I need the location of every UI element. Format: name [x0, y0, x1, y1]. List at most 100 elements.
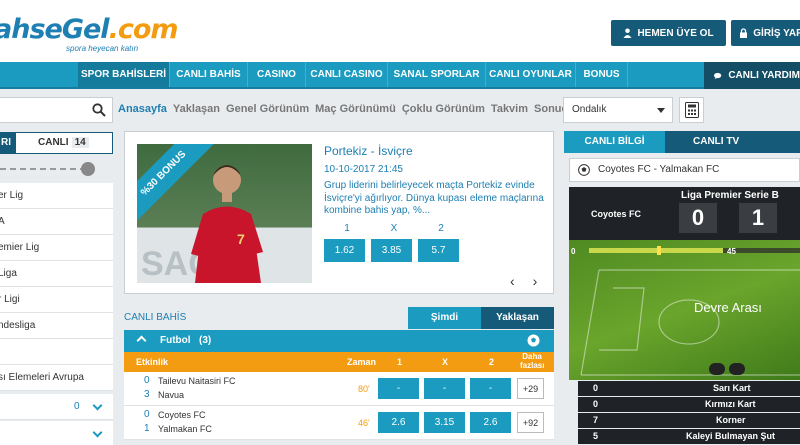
match-minute: 45: [727, 247, 736, 256]
live-match-tracker: Liga Premier Serie B Coyotes FC 0 1 45 0…: [569, 187, 800, 380]
live-help-label: CANLI YARDIM: [728, 70, 800, 81]
odd-button-1[interactable]: 1.62: [324, 239, 365, 262]
live-help-button[interactable]: CANLI YARDIM: [704, 62, 800, 89]
register-button[interactable]: HEMEN ÜYE OL: [611, 20, 726, 46]
home-score: 0: [144, 375, 150, 386]
odd-button-2[interactable]: 2.6: [470, 412, 511, 433]
subnav-multi-view[interactable]: Çoklu Görünüm: [402, 103, 485, 115]
tab-live[interactable]: CANLI 14: [15, 132, 113, 154]
league-item[interactable]: r Ligi: [0, 287, 113, 313]
odd-button-1[interactable]: 2.6: [378, 412, 419, 433]
live-betting-header: CANLI BAHİS Şimdi Yaklaşan: [124, 307, 554, 329]
table-row[interactable]: 0 Coyotes FC 1 Yalmakan FC 46' 2.6 3.15 …: [124, 406, 554, 440]
pitch-lines: 45 0: [571, 246, 800, 376]
search-input[interactable]: [0, 97, 113, 123]
league-group-row[interactable]: 0: [0, 394, 113, 420]
sub-nav: Anasayfa Yaklaşan Genel Görünüm Maç Görü…: [118, 103, 581, 115]
live-match-name: Coyotes FC - Yalmakan FC: [598, 164, 720, 175]
home-score: 0: [679, 203, 717, 233]
nav-live-betting[interactable]: CANLI BAHİS: [170, 62, 248, 87]
stat-value: 0: [593, 383, 599, 393]
subnav-match-view[interactable]: Maç Görünümü: [315, 103, 396, 115]
sport-group-football[interactable]: Futbol (3): [124, 330, 554, 352]
subnav-upcoming[interactable]: Yaklaşan: [173, 103, 220, 115]
promo-date: 10-10-2017 21:45: [324, 164, 403, 175]
league-item[interactable]: sı Elemeleri Avrupa: [0, 365, 113, 391]
away-team: Yalmakan FC: [158, 424, 212, 434]
search-icon[interactable]: [92, 103, 106, 117]
nav-bonus[interactable]: BONUS: [576, 62, 628, 87]
nav-virtual-sports[interactable]: SANAL SPORLAR: [388, 62, 486, 87]
live-betting-title: CANLI BAHİS: [124, 312, 187, 323]
home-team-name: Coyotes FC: [591, 209, 642, 219]
league-group-count: 0: [74, 401, 80, 412]
nav-live-games[interactable]: CANLI OYUNLAR: [486, 62, 576, 87]
time-slider-track: [0, 168, 86, 170]
promo-pager: ‹ ›: [510, 273, 537, 289]
league-item[interactable]: A: [0, 209, 113, 235]
league-item[interactable]: ndesliga: [0, 313, 113, 339]
subnav-calendar[interactable]: Takvim: [491, 103, 528, 115]
subnav-overview[interactable]: Genel Görünüm: [226, 103, 309, 115]
time-slider-handle[interactable]: [81, 162, 95, 176]
league-item[interactable]: Liga: [0, 261, 113, 287]
tab-live-tv[interactable]: CANLI TV: [665, 131, 800, 153]
odd-button-x[interactable]: 3.15: [424, 412, 465, 433]
soccer-ball-icon: [578, 164, 590, 176]
promo-title[interactable]: Portekiz - İsviçre: [324, 144, 413, 158]
more-markets-button[interactable]: +29: [517, 378, 544, 399]
away-score: 1: [144, 423, 150, 434]
chevron-down-icon[interactable]: [92, 427, 103, 438]
stat-label: Kırmızı Kart: [705, 399, 756, 409]
league-item[interactable]: er Lig: [0, 183, 113, 209]
chevron-up-icon[interactable]: [136, 335, 147, 346]
chevron-right-icon[interactable]: ›: [533, 273, 538, 289]
pitch-field: 45 0: [569, 240, 800, 380]
tab-live-info[interactable]: CANLI BİLGİ: [564, 131, 665, 153]
tab-now[interactable]: Şimdi: [408, 307, 481, 329]
odd-button-2[interactable]: -: [470, 378, 511, 399]
more-markets-button[interactable]: +92: [517, 412, 544, 433]
live-count-badge: 14: [71, 137, 89, 148]
odd-button-1[interactable]: -: [378, 378, 419, 399]
match-stats: 0 Sarı Kart 0 Kırmızı Kart 7 Korner 5 Kaleyi…: [578, 381, 800, 445]
tab-live-label: CANLI: [38, 137, 69, 148]
league-item[interactable]: emier Lig: [0, 235, 113, 261]
live-match-select[interactable]: Coyotes FC - Yalmakan FC: [569, 158, 800, 182]
tab-sports[interactable]: RI: [0, 132, 15, 154]
odds-format-select[interactable]: Ondalık: [563, 97, 673, 123]
stat-row: 5 Kaleyi Bulmayan Şut: [578, 429, 800, 444]
stat-label: Kaleyi Bulmayan Şut: [686, 431, 776, 441]
featured-match-card: SAGR 7 %30 BONUS Portekiz - İsviçre 10-1…: [124, 131, 554, 294]
promo-image[interactable]: SAGR 7 %30 BONUS: [137, 144, 312, 283]
left-tabs: RI CANLI 14: [0, 132, 113, 154]
league-group-row[interactable]: [0, 421, 113, 445]
nav-live-casino[interactable]: CANLI CASINO: [306, 62, 388, 87]
odd-label: 2: [438, 223, 444, 234]
stat-value: 7: [593, 415, 599, 425]
nav-sports-betting[interactable]: SPOR BAHİSLERİ: [78, 62, 170, 87]
logo[interactable]: ahseGel.com: [0, 14, 179, 45]
table-row[interactable]: 0 Tailevu Naitasiri FC 3 Navua 80' - - -…: [124, 372, 554, 406]
logo-main: ahseGel: [0, 14, 110, 45]
chevron-left-icon[interactable]: ‹: [510, 273, 515, 289]
nav-casino[interactable]: CASINO: [248, 62, 306, 87]
login-button[interactable]: GİRİŞ YAP: [731, 20, 800, 46]
odd-button-x[interactable]: 3.85: [371, 239, 412, 262]
subnav-home[interactable]: Anasayfa: [118, 103, 167, 115]
sport-name: Futbol: [160, 335, 191, 346]
tab-upcoming[interactable]: Yaklaşan: [481, 307, 554, 329]
odd-button-x[interactable]: -: [424, 378, 465, 399]
promo-description: Grup liderini belirleyecek maçta Porteki…: [324, 180, 544, 216]
calculator-button[interactable]: [679, 97, 704, 123]
stat-row: 0 Sarı Kart: [578, 381, 800, 396]
league-item[interactable]: [0, 339, 113, 365]
league-list: er Lig A emier Lig Liga r Ligi ndesliga …: [0, 183, 113, 391]
chevron-down-icon[interactable]: [92, 400, 103, 411]
pause-indicator-icon: [709, 363, 725, 375]
odd-button-2[interactable]: 5.7: [418, 239, 459, 262]
home-team: Coyotes FC: [158, 410, 206, 420]
col-event: Etkinlik: [136, 357, 169, 367]
tagline: spora heyecan katın: [66, 44, 139, 53]
jersey-number: 7: [237, 231, 245, 247]
